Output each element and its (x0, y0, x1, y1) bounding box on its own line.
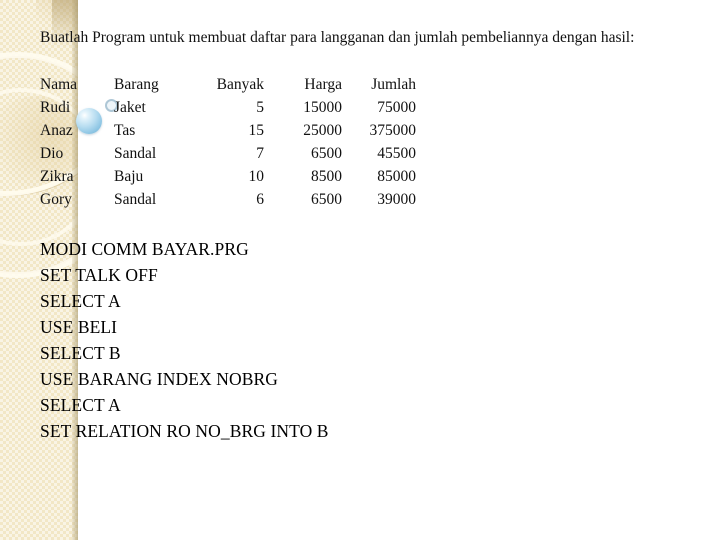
cell-barang: Sandal (114, 145, 157, 162)
cell-nama: Anaz (40, 122, 73, 139)
code-line: SELECT A (40, 395, 121, 415)
code-line: USE BELI (40, 317, 118, 337)
column-header-banyak: Banyak (216, 76, 264, 93)
slide-content: Buatlah Program untuk membuat daftar par… (0, 0, 720, 540)
cell-jumlah: 75000 (377, 99, 416, 116)
cell-banyak: 10 (248, 168, 265, 185)
cell-jumlah: 45500 (377, 145, 416, 162)
cell-jumlah: 39000 (377, 191, 416, 208)
cell-harga: 8500 (311, 168, 342, 185)
code-line: SET RELATION RO NO_BRG INTO B (40, 421, 329, 441)
cell-nama: Dio (40, 145, 64, 162)
table-row: Rudi Jaket 5 15000 75000 (40, 96, 416, 119)
code-line: MODI COMM BAYAR.PRG (40, 239, 249, 259)
cell-harga: 6500 (311, 191, 342, 208)
code-line: SET TALK OFF (40, 265, 158, 285)
cell-barang: Baju (114, 168, 144, 185)
table-body: Rudi Jaket 5 15000 75000 Anaz Tas 15 250… (40, 96, 416, 211)
cell-barang: Tas (114, 122, 136, 139)
cell-harga: 25000 (303, 122, 342, 139)
cell-banyak: 15 (248, 122, 265, 139)
cell-barang: Jaket (114, 99, 146, 116)
intro-paragraph: Buatlah Program untuk membuat daftar par… (40, 29, 635, 46)
slide-canvas: Buatlah Program untuk membuat daftar par… (0, 0, 720, 540)
cell-nama: Rudi (40, 99, 71, 116)
cell-harga: 15000 (303, 99, 342, 116)
table-row: Zikra Baju 10 8500 85000 (40, 165, 416, 188)
cell-harga: 6500 (311, 145, 342, 162)
column-header-barang: Barang (114, 76, 159, 93)
column-header-jumlah: Jumlah (371, 76, 416, 93)
table-row: Dio Sandal 7 6500 45500 (40, 142, 416, 165)
code-line: SELECT A (40, 291, 121, 311)
cell-banyak: 7 (256, 145, 264, 162)
table-header-row: Nama Barang Banyak Harga Jumlah (40, 73, 416, 96)
cell-barang: Sandal (114, 191, 157, 208)
table-row: Anaz Tas 15 25000 375000 (40, 119, 416, 142)
column-header-nama: Nama (40, 76, 78, 93)
table-header: Nama Barang Banyak Harga Jumlah (40, 73, 416, 96)
code-line: USE BARANG INDEX NOBRG (40, 369, 278, 389)
column-header-harga: Harga (304, 76, 342, 93)
table-row: Gory Sandal 6 6500 39000 (40, 188, 416, 211)
cell-nama: Zikra (40, 168, 74, 185)
cell-jumlah: 375000 (369, 122, 417, 139)
cell-nama: Gory (40, 191, 72, 208)
code-line: SELECT B (40, 343, 121, 363)
code-listing: MODI COMM BAYAR.PRG SET TALK OFF SELECT … (40, 236, 329, 444)
customer-purchase-table: Nama Barang Banyak Harga Jumlah Rudi Jak… (40, 73, 416, 211)
cell-banyak: 5 (256, 99, 264, 116)
cell-banyak: 6 (256, 191, 264, 208)
cell-jumlah: 85000 (377, 168, 416, 185)
